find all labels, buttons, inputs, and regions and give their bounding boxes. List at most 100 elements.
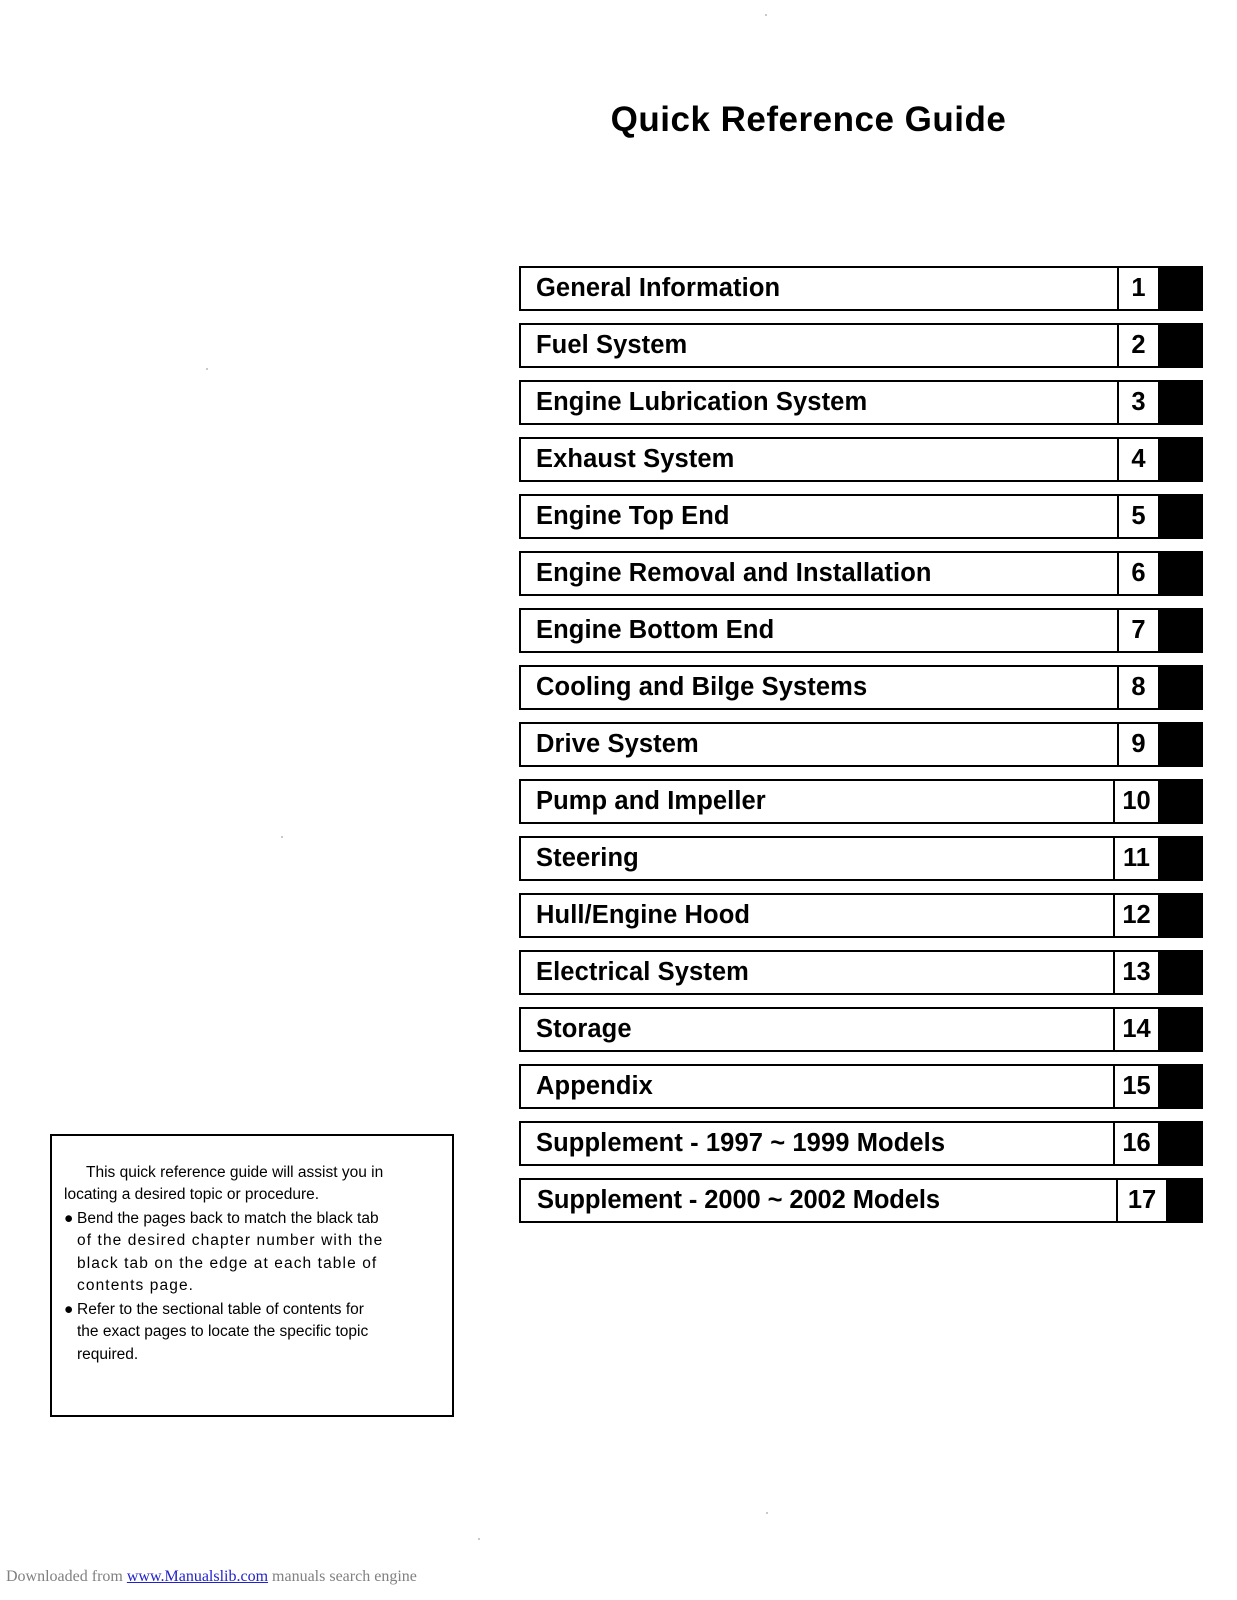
chapter-box[interactable]: Supplement - 1997 ~ 1999 Models 16 — [519, 1121, 1160, 1166]
chapter-box[interactable]: General Information 1 — [519, 266, 1160, 311]
table-row[interactable]: Drive System 9 — [519, 722, 1203, 767]
black-tab-marker — [1160, 380, 1203, 425]
table-row[interactable]: Steering 11 — [519, 836, 1203, 881]
list-item: ● Refer to the sectional table of conten… — [64, 1299, 438, 1366]
note-line: required. — [77, 1345, 139, 1363]
chapter-number: 10 — [1113, 781, 1158, 822]
table-row[interactable]: Engine Removal and Installation 6 — [519, 551, 1203, 596]
table-row[interactable]: Hull/Engine Hood 12 — [519, 893, 1203, 938]
black-tab-marker — [1160, 437, 1203, 482]
chapter-box[interactable]: Steering 11 — [519, 836, 1160, 881]
chapter-number: 7 — [1117, 610, 1158, 651]
chapter-number: 14 — [1113, 1009, 1158, 1050]
table-row[interactable]: Supplement - 1997 ~ 1999 Models 16 — [519, 1121, 1203, 1166]
bullet-dot-icon: ● — [64, 1300, 74, 1318]
chapter-title: Electrical System — [536, 958, 749, 986]
black-tab-marker — [1160, 665, 1203, 710]
note-line: of the desired chapter number with the — [77, 1232, 384, 1250]
footer-prefix: Downloaded from — [6, 1568, 127, 1585]
scan-speck — [478, 1538, 480, 1540]
black-tab-marker — [1160, 323, 1203, 368]
chapter-title: Fuel System — [536, 331, 688, 359]
chapter-number: 3 — [1117, 382, 1158, 423]
footer-suffix: manuals search engine — [268, 1568, 417, 1585]
chapter-box[interactable]: Engine Bottom End 7 — [519, 608, 1160, 653]
chapter-number: 11 — [1113, 838, 1158, 879]
table-row[interactable]: Exhaust System 4 — [519, 437, 1203, 482]
chapter-number: 2 — [1117, 325, 1158, 366]
table-row[interactable]: Cooling and Bilge Systems 8 — [519, 665, 1203, 710]
chapter-box[interactable]: Drive System 9 — [519, 722, 1160, 767]
table-row[interactable]: Engine Lubrication System 3 — [519, 380, 1203, 425]
chapter-box[interactable]: Supplement - 2000 ~ 2002 Models 17 — [519, 1178, 1168, 1223]
scan-speck — [206, 368, 208, 370]
black-tab-marker — [1160, 722, 1203, 767]
chapter-title: Cooling and Bilge Systems — [536, 673, 868, 701]
chapter-title: Drive System — [536, 730, 699, 758]
chapter-box[interactable]: Hull/Engine Hood 12 — [519, 893, 1160, 938]
table-row[interactable]: Pump and Impeller 10 — [519, 779, 1203, 824]
scan-speck — [281, 836, 283, 838]
footer-watermark: Downloaded from www.Manualslib.com manua… — [6, 1568, 417, 1586]
chapter-title: Steering — [536, 844, 639, 872]
black-tab-marker — [1160, 950, 1203, 995]
note-line: the exact pages to locate the specific t… — [77, 1323, 369, 1341]
scan-speck — [766, 1512, 768, 1514]
chapter-title: Pump and Impeller — [536, 787, 766, 815]
black-tab-marker — [1160, 494, 1203, 539]
chapter-number: 8 — [1117, 667, 1158, 708]
black-tab-marker — [1160, 608, 1203, 653]
chapter-title: Supplement - 1997 ~ 1999 Models — [536, 1129, 946, 1157]
note-line: contents page. — [77, 1277, 195, 1295]
note-line: black tab on the edge at each table of — [77, 1254, 378, 1272]
list-item: ● Bend the pages back to match the black… — [64, 1208, 438, 1298]
chapter-box[interactable]: Pump and Impeller 10 — [519, 779, 1160, 824]
chapter-box[interactable]: Storage 14 — [519, 1007, 1160, 1052]
page-title: Quick Reference Guide — [0, 100, 1237, 140]
manualslib-link[interactable]: www.Manualslib.com — [127, 1568, 268, 1585]
chapter-title: Engine Top End — [536, 502, 730, 530]
chapter-number: 5 — [1117, 496, 1158, 537]
chapter-number: 17 — [1116, 1180, 1166, 1221]
table-row[interactable]: Storage 14 — [519, 1007, 1203, 1052]
table-row[interactable]: Electrical System 13 — [519, 950, 1203, 995]
chapter-number: 15 — [1113, 1066, 1158, 1107]
black-tab-marker — [1160, 836, 1203, 881]
note-line: Bend the pages back to match the black t… — [77, 1209, 379, 1227]
chapter-title: Appendix — [536, 1072, 653, 1100]
table-row[interactable]: General Information 1 — [519, 266, 1203, 311]
chapter-box[interactable]: Cooling and Bilge Systems 8 — [519, 665, 1160, 710]
chapter-title: Exhaust System — [536, 445, 735, 473]
chapter-title: Engine Bottom End — [536, 616, 775, 644]
note-line: Refer to the sectional table of contents… — [77, 1300, 364, 1318]
chapter-box[interactable]: Fuel System 2 — [519, 323, 1160, 368]
bullet-dot-icon: ● — [64, 1209, 74, 1227]
black-tab-marker — [1160, 893, 1203, 938]
chapter-number: 16 — [1113, 1123, 1158, 1164]
chapter-box[interactable]: Exhaust System 4 — [519, 437, 1160, 482]
chapter-title: Engine Removal and Installation — [536, 559, 932, 587]
table-row[interactable]: Fuel System 2 — [519, 323, 1203, 368]
black-tab-marker — [1168, 1178, 1203, 1223]
chapter-number: 6 — [1117, 553, 1158, 594]
chapter-title: Hull/Engine Hood — [536, 901, 751, 929]
chapter-title: General Information — [536, 274, 781, 302]
note-intro-text: This quick reference guide will assist y… — [64, 1164, 384, 1204]
chapter-title: Supplement - 2000 ~ 2002 Models — [537, 1186, 940, 1214]
table-row[interactable]: Engine Bottom End 7 — [519, 608, 1203, 653]
chapter-number: 13 — [1113, 952, 1158, 993]
black-tab-marker — [1160, 1121, 1203, 1166]
chapter-box[interactable]: Engine Top End 5 — [519, 494, 1160, 539]
black-tab-marker — [1160, 779, 1203, 824]
chapter-box[interactable]: Engine Lubrication System 3 — [519, 380, 1160, 425]
table-row[interactable]: Supplement - 2000 ~ 2002 Models 17 — [519, 1178, 1203, 1223]
table-row[interactable]: Engine Top End 5 — [519, 494, 1203, 539]
chapter-box[interactable]: Engine Removal and Installation 6 — [519, 551, 1160, 596]
instruction-note-box: This quick reference guide will assist y… — [50, 1134, 454, 1417]
chapter-number: 1 — [1117, 268, 1158, 309]
table-row[interactable]: Appendix 15 — [519, 1064, 1203, 1109]
chapter-number: 12 — [1113, 895, 1158, 936]
chapter-box[interactable]: Electrical System 13 — [519, 950, 1160, 995]
black-tab-marker — [1160, 1064, 1203, 1109]
chapter-box[interactable]: Appendix 15 — [519, 1064, 1160, 1109]
